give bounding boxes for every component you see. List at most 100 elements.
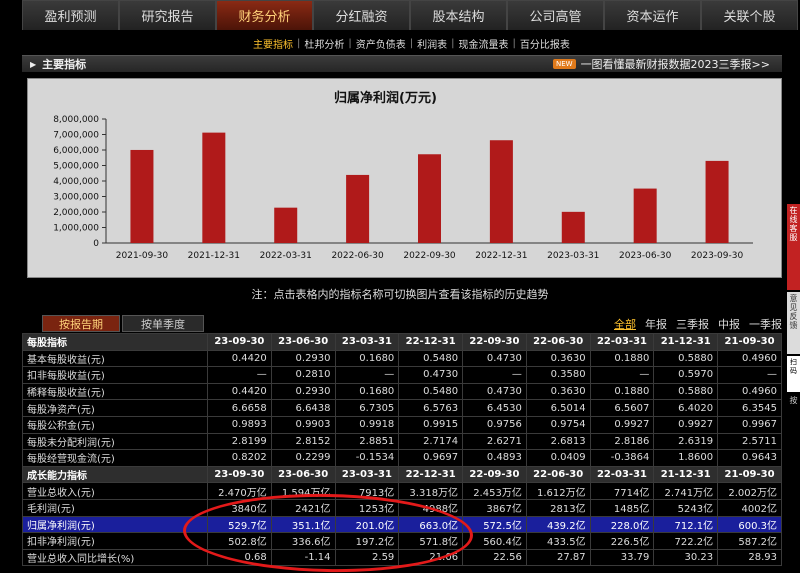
table-row: 每股未分配利润(元) 2.8199 2.8152 2.8851 2.7174 2.6271…	[22, 432, 782, 451]
table-cell: 6.3545	[717, 399, 782, 417]
y-tick-label: 6,000,000	[53, 146, 99, 156]
row-label[interactable]: 每股公积金(元)	[22, 415, 208, 434]
table-cell: 0.4420	[207, 349, 272, 368]
table-header-row: 成长能力指标 23-09-30 23-06-30 23-03-31 22-12-31 22…	[22, 465, 782, 484]
table-cell: 0.9754	[525, 415, 591, 434]
customer-service-button[interactable]: 在线客服	[787, 204, 800, 290]
promo-link[interactable]: NEW 一图看懂最新财报数据2023三季报>>	[552, 56, 770, 72]
subnav-item-4[interactable]: 现金流量表	[456, 36, 512, 51]
table-cell: 2813亿	[525, 498, 591, 517]
table-cell: 28.93	[717, 548, 782, 567]
by-quarter-button[interactable]: 按单季度	[122, 315, 204, 332]
table-cell: 21.06	[398, 548, 464, 567]
table-cell: 529.7亿	[207, 515, 272, 534]
row-label[interactable]: 营业总收入(元)	[22, 482, 208, 500]
y-tick-label: 3,000,000	[53, 193, 99, 203]
table-cell: 0.2299	[270, 449, 336, 467]
row-label[interactable]: 毛利润(元)	[22, 498, 208, 517]
table-cell: 2.6319	[653, 432, 719, 451]
row-label[interactable]: 每股净资产(元)	[22, 399, 208, 417]
table-row: 每股公积金(元) 0.9893 0.9903 0.9918 0.9915 0.9756 0.…	[22, 415, 782, 434]
table-cell: 23-06-30	[270, 465, 336, 484]
table-cell: -0.3864	[589, 449, 655, 467]
y-tick-label: 5,000,000	[53, 162, 99, 172]
row-label[interactable]: 基本每股收益(元)	[22, 349, 208, 368]
x-tick-label: 2021-09-30	[116, 251, 169, 261]
new-badge: NEW	[552, 59, 576, 69]
tab-4[interactable]: 股本结构	[410, 0, 507, 30]
subnav-item-1[interactable]: 杜邦分析	[301, 36, 347, 51]
table-cell: 1.8600	[653, 449, 719, 467]
chart-title: 归属净利润(万元)	[334, 90, 437, 106]
row-label[interactable]: 每股经营现金流(元)	[22, 449, 208, 467]
y-tick-label: 0	[93, 239, 99, 249]
subnav-item-5[interactable]: 百分比报表	[517, 36, 573, 51]
period-option-3[interactable]: 中报	[718, 316, 740, 332]
subnav-item-3[interactable]: 利润表	[414, 36, 450, 51]
row-label[interactable]: 归属净利润(元)	[22, 515, 208, 534]
bar	[418, 154, 441, 243]
table-cell: 21-09-30	[717, 465, 782, 484]
table-toolbar: 按报告期 按单季度 全部 年报 三季报 中报 一季报	[22, 315, 782, 332]
table-cell: 0.9918	[334, 415, 400, 434]
row-label: 成长能力指标	[22, 465, 208, 484]
tab-0[interactable]: 盈利预测	[22, 0, 119, 30]
period-option-4[interactable]: 一季报	[749, 316, 782, 332]
table-cell: 0.4420	[207, 382, 272, 401]
row-label[interactable]: 每股未分配利润(元)	[22, 432, 208, 451]
table-cell: 2.002万亿	[717, 482, 782, 500]
table-cell: 0.4730	[462, 349, 527, 368]
table-cell: 4002亿	[717, 498, 782, 517]
caret-right-icon: ▶	[30, 59, 37, 69]
table-cell: 33.79	[589, 548, 655, 567]
table-cell: 27.87	[525, 548, 591, 567]
period-option-0[interactable]: 全部	[614, 316, 636, 332]
table-cell: 600.3亿	[717, 515, 782, 534]
table-cell: 2.8186	[589, 432, 655, 451]
table-cell: 560.4亿	[462, 532, 527, 550]
table-cell: 572.5亿	[462, 515, 527, 534]
tab-6[interactable]: 资本运作	[604, 0, 701, 30]
period-option-2[interactable]: 三季报	[676, 316, 709, 332]
tab-5[interactable]: 公司高管	[507, 0, 604, 30]
y-tick-label: 7,000,000	[53, 131, 99, 141]
table-cell: 0.4730	[462, 382, 527, 401]
side-buttons: 在线客服 意见反馈 扫码 按	[787, 204, 800, 424]
table-cell: 0.1680	[334, 382, 400, 401]
table-cell: 6.6438	[270, 399, 336, 417]
table-cell: —	[589, 366, 655, 384]
table-cell: 21-12-31	[653, 333, 719, 351]
by-report-period-button[interactable]: 按报告期	[42, 315, 120, 332]
bar	[274, 207, 298, 243]
section-title: 主要指标	[42, 58, 87, 71]
table-cell: 2.470万亿	[207, 482, 272, 500]
row-label[interactable]: 扣非净利润(元)	[22, 532, 208, 550]
table-cell: 433.5亿	[525, 532, 591, 550]
row-label[interactable]: 营业总收入同比增长(%)	[22, 548, 208, 567]
table-cell: 0.5970	[653, 366, 719, 384]
side-text: 按	[789, 396, 798, 405]
qr-code-button[interactable]: 扫码	[787, 356, 800, 392]
table-row: 每股经营现金流(元) 0.8202 0.2299 -0.1534 0.9697 0.489…	[22, 449, 782, 467]
table-cell: 5243亿	[653, 498, 719, 517]
row-label[interactable]: 扣非每股收益(元)	[22, 366, 208, 384]
subnav-item-2[interactable]: 资产负债表	[353, 36, 409, 51]
table-cell: 336.6亿	[270, 532, 336, 550]
table-row: 归属净利润(元) 529.7亿 351.1亿 201.0亿 663.0亿 572.5亿 43…	[22, 515, 782, 534]
tab-7[interactable]: 关联个股	[701, 0, 798, 30]
tab-2[interactable]: 财务分析	[216, 0, 313, 30]
tab-3[interactable]: 分红融资	[313, 0, 410, 30]
table-cell: 2421亿	[270, 498, 336, 517]
table-cell: 2.453万亿	[462, 482, 527, 500]
table-cell: 6.6658	[207, 399, 272, 417]
table-cell: 0.5480	[398, 349, 464, 368]
tab-1[interactable]: 研究报告	[119, 0, 216, 30]
table-cell: 6.7305	[334, 399, 400, 417]
subnav-item-0[interactable]: 主要指标	[250, 36, 296, 51]
table-cell: —	[462, 366, 527, 384]
row-label[interactable]: 稀释每股收益(元)	[22, 382, 208, 401]
period-option-1[interactable]: 年报	[645, 316, 667, 332]
table-cell: 0.5880	[653, 349, 719, 368]
feedback-button[interactable]: 意见反馈	[787, 292, 800, 354]
promo-text: 一图看懂最新财报数据2023三季报>>	[580, 58, 770, 71]
